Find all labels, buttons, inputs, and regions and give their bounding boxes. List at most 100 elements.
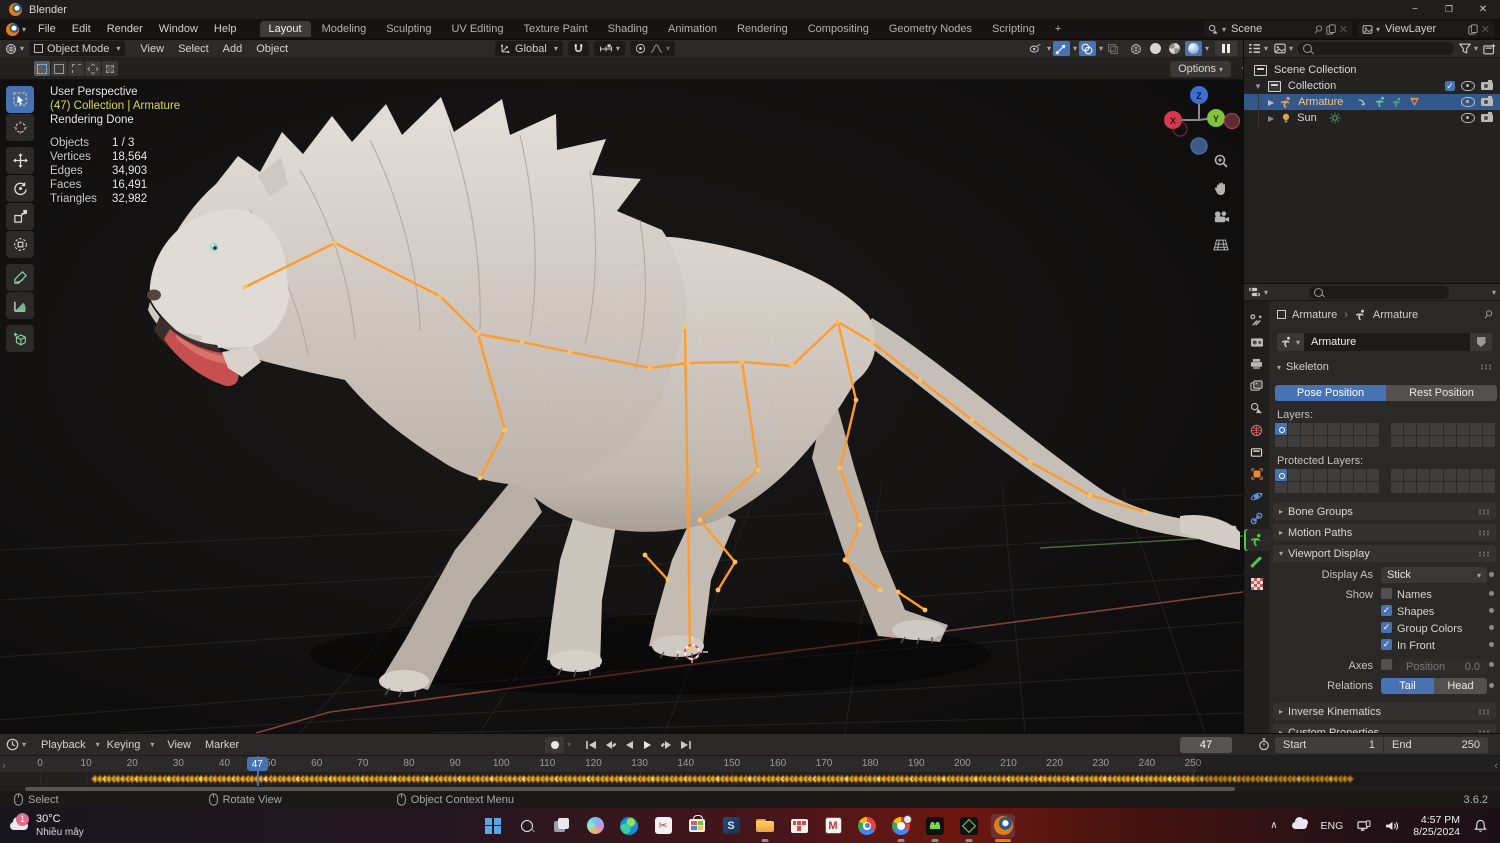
layer-toggle[interactable] [1404,469,1417,481]
outliner-row-collection[interactable]: ▼ Collection ✓ [1244,78,1500,94]
breadcrumb-object[interactable]: Armature [1292,309,1337,321]
minimize-button[interactable]: − [1398,0,1432,19]
scene-selector[interactable]: ▾ Scene ⚲ ✕ [1204,21,1352,37]
layer-toggle[interactable] [1430,469,1443,481]
layer-toggle[interactable] [1314,481,1327,493]
properties-search-input[interactable] [1308,285,1449,299]
jump-to-end-button[interactable] [676,737,695,753]
viewlayer-selector[interactable]: ▾ ViewLayer ✕ [1358,21,1494,37]
layer-toggle[interactable] [1482,435,1495,447]
volume-icon[interactable] [1385,820,1399,832]
layer-toggle[interactable] [1275,481,1288,493]
layer-toggle[interactable] [1430,423,1443,435]
animate-dot[interactable] [1489,625,1494,630]
layer-toggle[interactable] [1327,481,1340,493]
pin-id-icon[interactable]: ⚲ [1481,307,1496,322]
fake-user-shield-button[interactable] [1470,333,1492,351]
viewport-display-panel[interactable]: ▾ Viewport Display [1273,545,1496,562]
menu-playback[interactable]: Playback [34,739,93,751]
unikey-button[interactable] [787,814,811,838]
snipping-tool-button[interactable]: ✂ [651,814,675,838]
layer-toggle[interactable] [1443,435,1456,447]
tab-layout[interactable]: Layout [259,21,311,37]
layer-toggle[interactable] [1288,423,1301,435]
tab-texture[interactable] [1244,573,1269,595]
tab-uv-editing[interactable]: UV Editing [442,21,512,37]
layer-toggle[interactable] [1288,469,1301,481]
outliner-display-mode-icon[interactable] [1248,43,1261,54]
current-frame-field[interactable]: 47 [1180,736,1232,753]
layer-toggle[interactable] [1456,435,1469,447]
tab-compositing[interactable]: Compositing [799,21,878,37]
chrome-button[interactable] [855,814,879,838]
tab-view-layer[interactable] [1244,375,1269,397]
copy-viewlayer-icon[interactable] [1468,23,1478,35]
layer-toggle[interactable] [1391,435,1404,447]
timeline-left-chevron[interactable]: › [2,760,6,772]
snap-target[interactable]: ▾ [593,41,625,56]
animate-dot[interactable] [1489,608,1494,613]
transform-orientation[interactable]: Global ▾ [495,41,563,56]
prev-keyframe-button[interactable] [600,737,619,753]
timeline-right-chevron[interactable]: ‹ [1494,760,1498,772]
menu-help[interactable]: Help [206,23,245,35]
viewport-3d[interactable]: User Perspective (47) Collection | Armat… [0,80,1243,733]
menu-add[interactable]: Add [216,43,250,55]
tab-texture-paint[interactable]: Texture Paint [514,21,596,37]
onedrive-icon[interactable] [1291,817,1308,829]
shading-wireframe[interactable] [1127,41,1145,56]
layer-toggle[interactable] [1469,469,1482,481]
auto-key-button[interactable] [545,736,564,753]
jump-to-start-button[interactable] [581,737,600,753]
gizmo-toggle[interactable] [1052,41,1070,56]
layer-toggle[interactable] [1430,481,1443,493]
layer-toggle[interactable] [1353,481,1366,493]
tool-measure[interactable] [6,292,34,319]
menu-object[interactable]: Object [249,43,295,55]
store-button[interactable] [685,814,709,838]
group-colors-checkbox[interactable]: ✓ [1381,622,1392,633]
outliner-row-sun[interactable]: ▶ Sun [1244,110,1500,126]
armature-name-input[interactable]: Armature [1304,333,1470,351]
layer-toggle[interactable] [1482,481,1495,493]
inverse-kinematics-panel[interactable]: ▸ Inverse Kinematics [1273,703,1496,720]
animate-dot[interactable] [1489,662,1494,667]
protected-layers-grid-b[interactable] [1391,469,1495,493]
properties-editor-icon[interactable] [1248,286,1261,298]
layer-toggle[interactable] [1314,435,1327,447]
pose-position-button[interactable]: Pose Position [1275,385,1386,401]
zoom-button[interactable] [1208,148,1234,174]
copilot-button[interactable] [583,814,607,838]
layer-toggle[interactable] [1353,469,1366,481]
start-frame-field[interactable]: Start 1 [1275,736,1383,753]
render-pause-button[interactable] [1215,41,1237,56]
bone-groups-panel[interactable]: ▸ Bone Groups [1273,503,1496,520]
skeleton-section-header[interactable]: ▾ Skeleton [1277,361,1492,373]
start-button[interactable] [481,814,505,838]
xray-toggle[interactable] [1104,41,1122,56]
protected-layers-grid-a[interactable] [1275,469,1379,493]
tab-scripting[interactable]: Scripting [983,21,1044,37]
layer-toggle[interactable] [1340,469,1353,481]
maximize-button[interactable]: ❐ [1432,0,1466,19]
menu-window[interactable]: Window [151,23,206,35]
layer-toggle[interactable] [1443,481,1456,493]
relations-head-button[interactable]: Head [1434,678,1487,694]
menu-render[interactable]: Render [99,23,151,35]
tab-sculpting[interactable]: Sculpting [377,21,440,37]
select-mode-subtract[interactable] [68,61,84,76]
outliner-row-scene-collection[interactable]: Scene Collection [1244,62,1500,78]
edge-button[interactable] [617,814,641,838]
select-mode-new[interactable] [34,61,50,76]
layer-toggle[interactable] [1353,435,1366,447]
animate-dot[interactable] [1489,591,1494,596]
menu-view[interactable]: View [133,43,171,55]
breadcrumb-data[interactable]: Armature [1373,309,1418,321]
tab-rendering[interactable]: Rendering [728,21,797,37]
layer-toggle[interactable] [1340,435,1353,447]
layer-toggle[interactable] [1327,423,1340,435]
disclosure-closed-icon[interactable]: ▶ [1268,98,1274,107]
layer-toggle[interactable] [1456,469,1469,481]
green-people-app-button[interactable] [923,814,947,842]
tool-cursor[interactable] [6,114,34,141]
